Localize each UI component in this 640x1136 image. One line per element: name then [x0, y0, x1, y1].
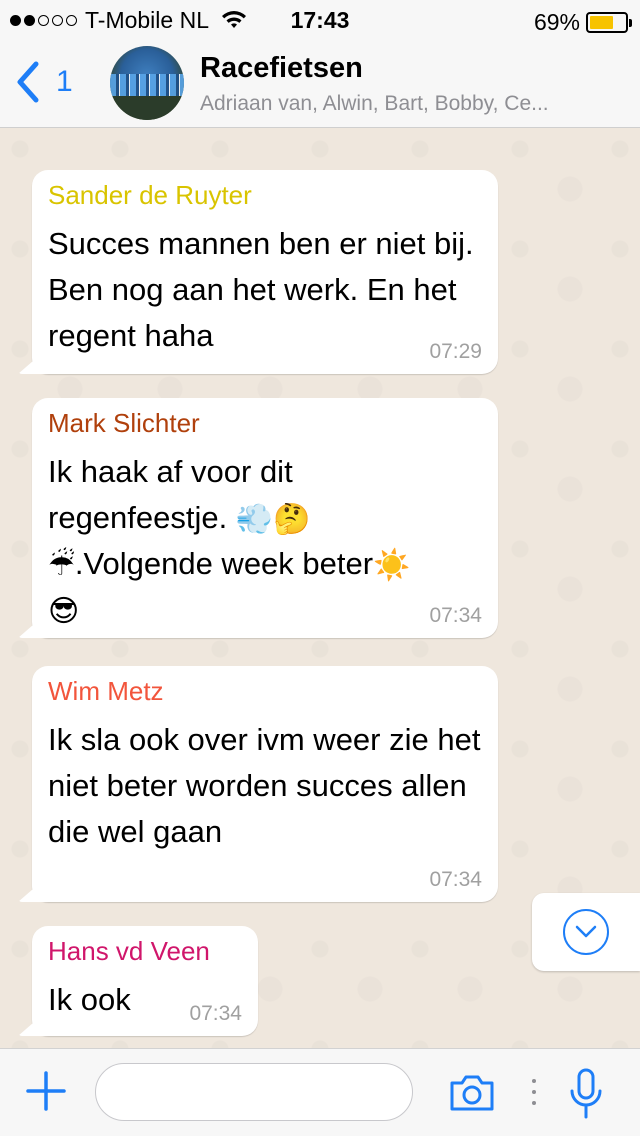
battery-icon [586, 12, 632, 33]
message-composer [0, 1048, 640, 1136]
message-line-text: .Volgende week beter [74, 546, 374, 581]
plus-icon[interactable] [26, 1071, 66, 1111]
signal-strength-icon [10, 14, 77, 26]
message-sender: Hans vd Veen [48, 936, 210, 966]
carrier-name: T-Mobile NL [85, 6, 209, 33]
message-sender: Mark Slichter [48, 408, 200, 438]
separator-dots [532, 1079, 536, 1105]
message-time: 07:34 [429, 868, 482, 891]
message-line-text: regenfeestje. [48, 500, 228, 535]
status-bar: T-Mobile NL 17:43 69% [0, 0, 640, 40]
participants-list[interactable]: Adriaan van, Alwin, Bart, Bobby, Ce... [200, 92, 549, 116]
message-line: Ik haak af voor dit [48, 454, 293, 489]
message-time: 07:34 [429, 604, 482, 627]
sun-emoji-icon: ☀️ [373, 548, 411, 582]
message-line: ☔.Volgende week beter☀️ [48, 541, 482, 587]
message-sender: Sander de Ruyter [48, 180, 252, 210]
microphone-icon[interactable] [566, 1067, 606, 1121]
message-time: 07:29 [429, 340, 482, 363]
message-time: 07:34 [189, 1002, 242, 1025]
message-bubble[interactable]: Mark Slichter Ik haak af voor dit regenf… [32, 398, 498, 638]
message-text: Succes mannen ben er niet bij. Ben nog a… [48, 226, 474, 353]
message-sender: Wim Metz [48, 676, 164, 706]
thinking-face-emoji-icon: 🤔 [273, 502, 311, 536]
chevron-down-circle-icon [563, 909, 609, 955]
chevron-left-icon [17, 61, 39, 103]
message-line: 😎 [48, 587, 482, 633]
battery-percent: 69% [533, 9, 580, 35]
message-text: Ik sla ook over ivm weer zie het niet be… [48, 722, 481, 849]
scroll-to-bottom-button[interactable] [532, 893, 640, 971]
chat-header: 1 Racefietsen Adriaan van, Alwin, Bart, … [0, 40, 640, 128]
camera-icon[interactable] [448, 1073, 496, 1113]
message-bubble[interactable]: Wim Metz Ik sla ook over ivm weer zie he… [32, 666, 498, 902]
back-button[interactable]: 1 [14, 58, 73, 106]
unread-count: 1 [56, 65, 73, 98]
sunglasses-emoji-icon: 😎 [48, 594, 80, 628]
message-text: Ik haak af voor dit regenfeestje. 💨🤔 ☔.V… [48, 449, 482, 633]
wifi-icon [221, 11, 246, 28]
message-list[interactable]: Sander de Ruyter Succes mannen ben er ni… [0, 129, 640, 1048]
message-bubble[interactable]: Hans vd Veen Ik ook 07:34 [32, 926, 258, 1036]
battery-fill [590, 16, 614, 29]
dash-emoji-icon: 💨 [235, 502, 274, 536]
chat-title[interactable]: Racefietsen [200, 52, 363, 85]
message-bubble[interactable]: Sander de Ruyter Succes mannen ben er ni… [32, 170, 498, 374]
message-input[interactable] [95, 1063, 413, 1121]
group-avatar[interactable] [110, 46, 184, 120]
message-line: regenfeestje. 💨🤔 [48, 495, 482, 541]
umbrella-rain-emoji-icon: ☔ [48, 548, 75, 582]
